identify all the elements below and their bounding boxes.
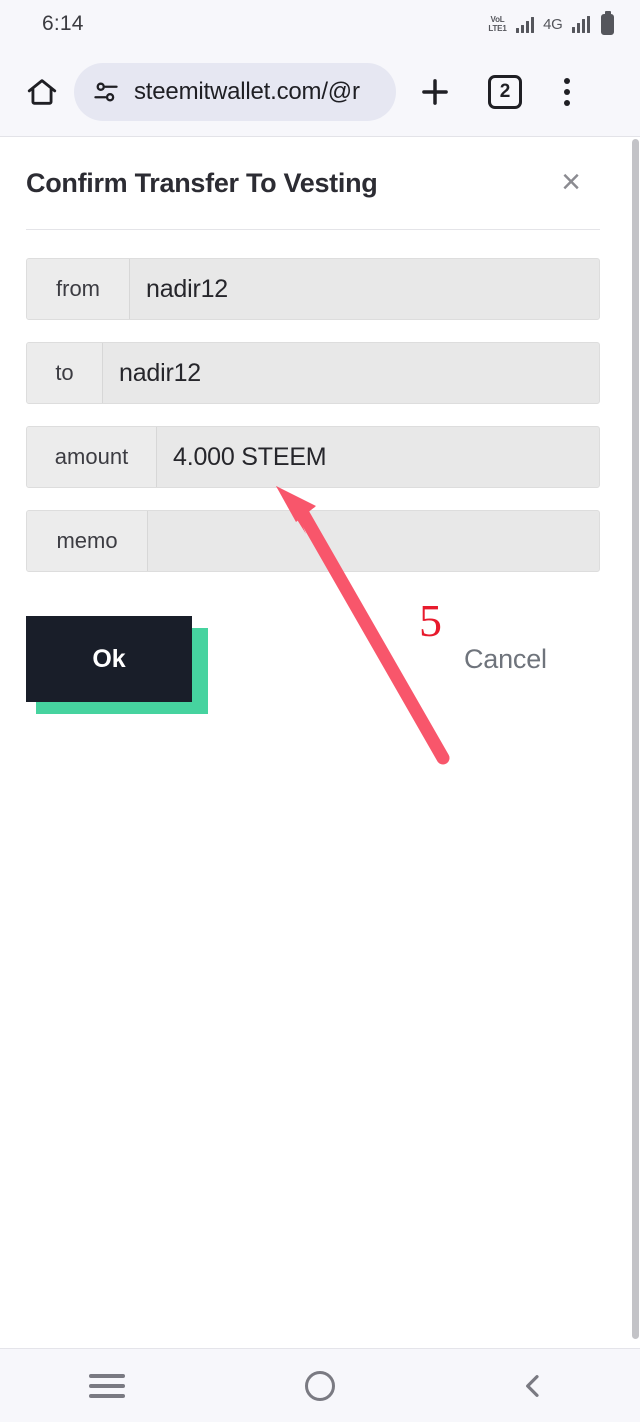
field-value-from: nadir12 [146, 274, 228, 303]
field-value-to: nadir12 [119, 358, 201, 387]
annotation-step-number: 5 [419, 595, 442, 646]
status-clock: 6:14 [42, 12, 84, 35]
chevron-left-icon [526, 1374, 539, 1397]
field-row-to: to nadir12 [26, 342, 600, 404]
dialog-header: Confirm Transfer To Vesting × [26, 137, 600, 229]
signal-bars-sim2-icon [571, 15, 590, 33]
new-tab-button[interactable] [408, 65, 462, 119]
dot-1 [564, 78, 570, 84]
field-label-to: to [27, 343, 103, 403]
page-settings-icon [94, 82, 118, 102]
field-label-amount: amount [27, 427, 157, 487]
signal-bars-sim1-icon [515, 16, 535, 33]
nav-home-button[interactable] [260, 1349, 380, 1422]
dot-3 [564, 100, 570, 106]
page-scrollbar[interactable] [631, 137, 640, 1348]
dialog-actions: Ok Cancel [26, 608, 600, 718]
tab-count-badge: 2 [488, 75, 522, 109]
nav-back-button[interactable] [473, 1349, 593, 1422]
network-type-label: 4G [543, 15, 563, 33]
dialog-title: Confirm Transfer To Vesting [26, 167, 378, 198]
nav-recents-button[interactable] [47, 1349, 167, 1422]
dot-2 [564, 89, 570, 95]
transfer-fields: from nadir12 to nadir12 amount 4.000 STE… [26, 230, 600, 572]
url-bar[interactable]: steemitwallet.com/@r [74, 63, 396, 121]
confirm-transfer-dialog: Confirm Transfer To Vesting × from nadir… [0, 137, 626, 718]
field-label-memo: memo [27, 511, 148, 571]
house-icon [27, 79, 57, 105]
field-value-amount: 4.000 STEEM [173, 442, 327, 471]
plus-icon [422, 79, 448, 105]
status-icons: VoL LTE1 4G [488, 13, 614, 35]
field-value-memo [148, 511, 599, 571]
browser-toolbar: steemitwallet.com/@r 2 [0, 48, 640, 136]
ok-button[interactable]: Ok [26, 616, 192, 702]
field-label-from: from [27, 259, 130, 319]
hamburger-icon [88, 1373, 125, 1398]
circle-icon [304, 1370, 335, 1401]
ok-button-wrap: Ok [26, 616, 208, 714]
page-content: Confirm Transfer To Vesting × from nadir… [0, 136, 640, 1348]
android-nav-bar [0, 1348, 640, 1422]
scrollbar-thumb[interactable] [632, 139, 639, 1339]
field-row-from: from nadir12 [26, 258, 600, 320]
browser-menu-button[interactable] [544, 65, 590, 119]
close-icon[interactable]: × [552, 163, 590, 201]
field-row-amount: amount 4.000 STEEM [26, 426, 600, 488]
volte-line1: VoL [490, 14, 505, 24]
cancel-button[interactable]: Cancel [464, 644, 547, 675]
battery-icon [601, 13, 614, 35]
volte-line2: LTE1 [488, 23, 507, 33]
tab-switcher-button[interactable]: 2 [478, 65, 532, 119]
field-row-memo: memo [26, 510, 600, 572]
volte-icon: VoL LTE1 [488, 14, 507, 33]
url-text: steemitwallet.com/@r [134, 78, 360, 105]
status-bar: 6:14 VoL LTE1 4G [0, 0, 640, 48]
home-button[interactable] [16, 66, 68, 118]
phone-screen: 6:14 VoL LTE1 4G steemitwallet.com/@r 2 … [0, 0, 640, 1422]
